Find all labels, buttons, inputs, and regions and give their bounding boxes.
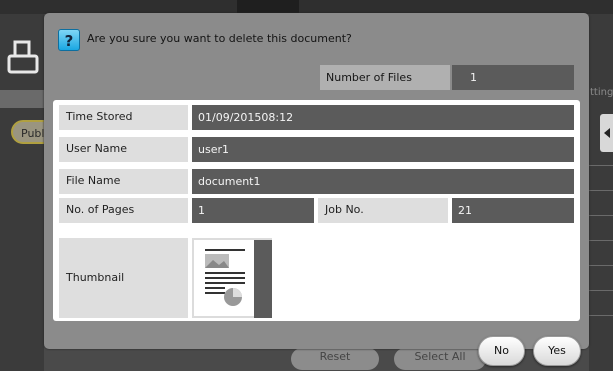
number-of-files-label: Number of Files	[320, 65, 450, 90]
arrow-left-icon	[604, 128, 610, 138]
time-stored-label: Time Stored	[59, 105, 188, 130]
right-panel	[589, 14, 613, 371]
time-stored-value: 01/09/201508:12	[192, 105, 574, 130]
top-bar-tab	[237, 0, 299, 14]
no-button[interactable]: No	[478, 336, 525, 366]
user-name-value: user1	[192, 137, 574, 162]
pages-label: No. of Pages	[59, 198, 188, 223]
reset-button[interactable]: Reset	[291, 348, 379, 370]
document-info-panel: Time Stored 01/09/201508:12 User Name us…	[53, 100, 580, 321]
pages-value: 1	[192, 198, 314, 223]
question-mark-icon: ?	[58, 29, 80, 51]
select-all-button[interactable]: Select All	[394, 348, 486, 370]
yes-button[interactable]: Yes	[533, 336, 581, 366]
file-name-value: document1	[192, 169, 574, 194]
dialog-message: Are you sure you want to delete this doc…	[87, 32, 352, 45]
top-bar	[0, 0, 613, 14]
thumbnail-preview	[192, 238, 272, 318]
scroll-left-button[interactable]	[600, 114, 613, 152]
job-no-value: 21	[452, 198, 574, 223]
number-of-files-value: 1	[452, 65, 574, 90]
setting-label: tting	[590, 87, 613, 98]
printer-icon	[7, 40, 39, 74]
job-no-label: Job No.	[318, 198, 448, 223]
thumbnail-label: Thumbnail	[59, 238, 188, 318]
file-name-label: File Name	[59, 169, 188, 194]
delete-confirm-dialog: ? Are you sure you want to delete this d…	[44, 13, 589, 349]
document-thumbnail-icon	[205, 249, 245, 306]
left-panel-divider	[0, 90, 44, 108]
user-name-label: User Name	[59, 137, 188, 162]
thumbnail-page	[194, 240, 254, 316]
thumbnail-scrollbar[interactable]	[254, 240, 272, 318]
